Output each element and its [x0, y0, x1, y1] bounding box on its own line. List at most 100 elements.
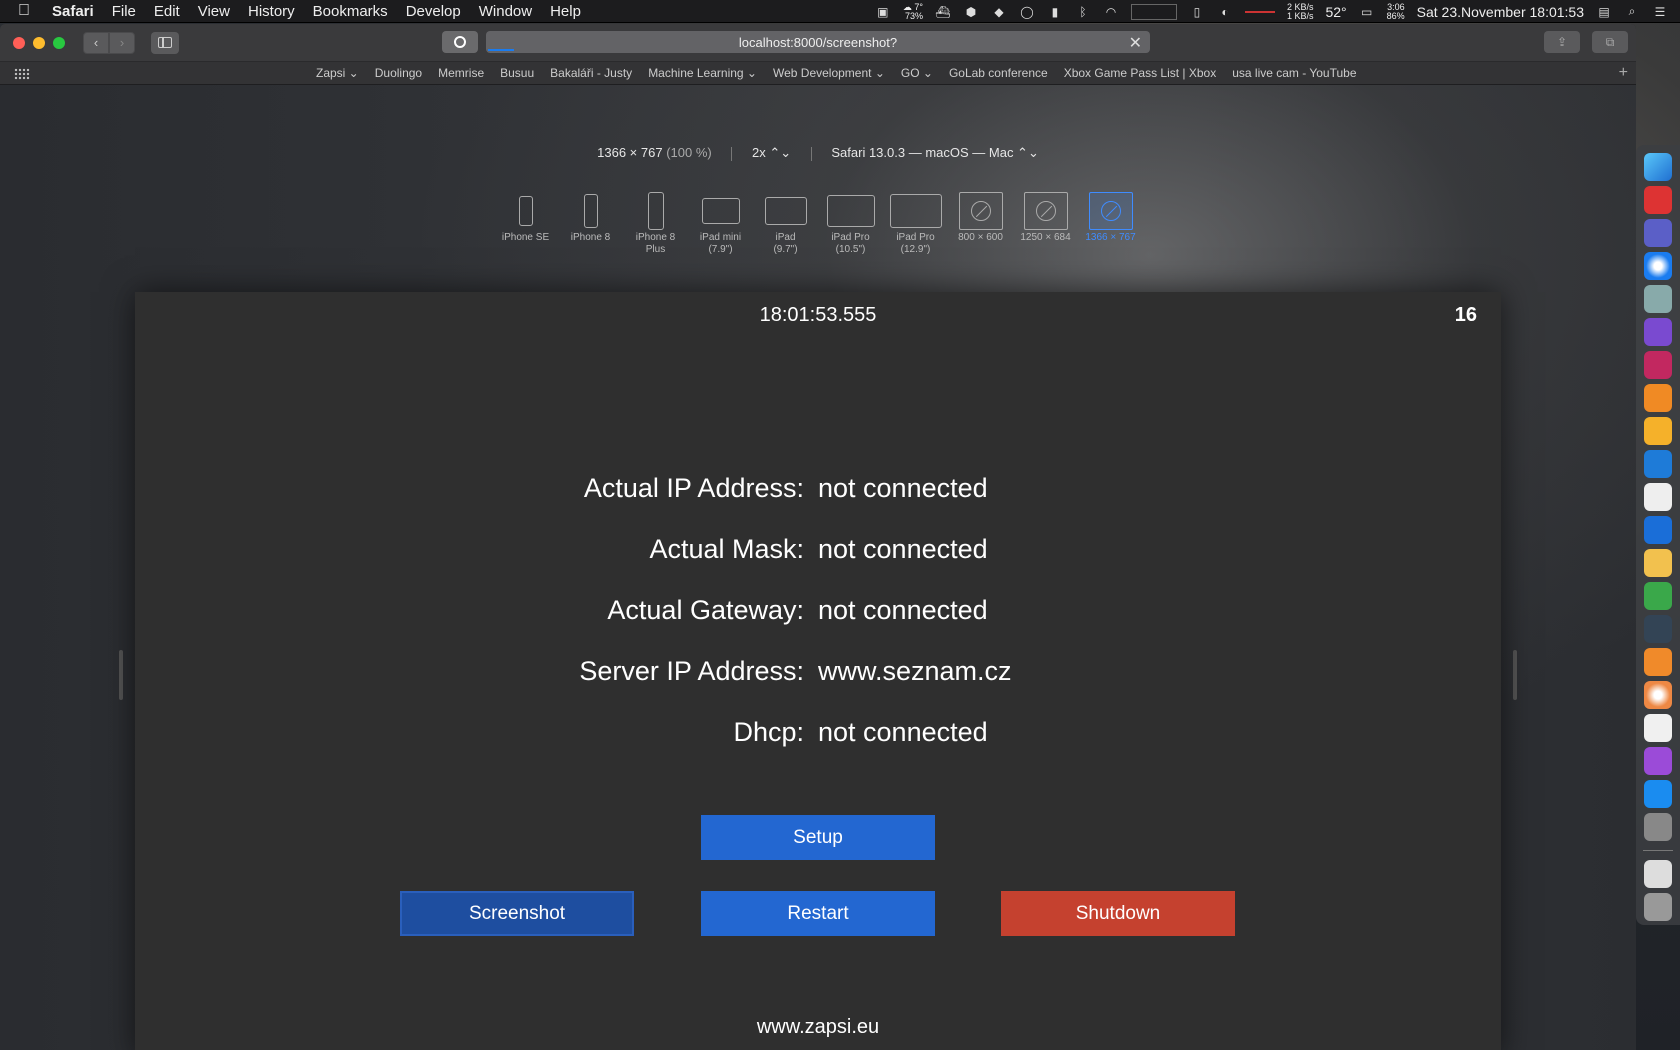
menu-help[interactable]: Help: [550, 3, 581, 20]
top-sites-icon[interactable]: [14, 68, 30, 80]
back-button[interactable]: ‹: [83, 31, 109, 54]
favorite-duolingo[interactable]: Duolingo: [375, 66, 422, 80]
pages-icon[interactable]: [1644, 549, 1672, 577]
device-iphone-8-plus[interactable]: iPhone 8 Plus: [623, 190, 688, 256]
favorite-busuu[interactable]: Busuu: [500, 66, 534, 80]
favorite-go[interactable]: GO ⌄: [901, 66, 933, 80]
sketch-icon[interactable]: [1644, 417, 1672, 445]
pixel-ratio-select[interactable]: 2x ⌃⌄: [752, 145, 791, 160]
youtube-icon[interactable]: [1644, 186, 1672, 214]
maximize-window-button[interactable]: [53, 36, 65, 49]
sublime-icon[interactable]: [1644, 384, 1672, 412]
viewport-size[interactable]: 1366 × 767: [597, 145, 662, 160]
bar-icon[interactable]: ▮: [1047, 5, 1063, 19]
menu-bookmarks[interactable]: Bookmarks: [313, 3, 388, 20]
menu-view[interactable]: View: [198, 3, 230, 20]
minimize-window-button[interactable]: [33, 36, 45, 49]
page-footer-link[interactable]: www.zapsi.eu: [135, 1016, 1501, 1039]
menu-edit[interactable]: Edit: [154, 3, 180, 20]
forward-button[interactable]: ›: [109, 31, 135, 54]
device-1366x767[interactable]: 1366 × 767: [1078, 190, 1143, 256]
music-icon[interactable]: [1644, 714, 1672, 742]
fox-icon[interactable]: ◆: [991, 5, 1007, 19]
apple-menu-icon[interactable]: : [18, 2, 52, 20]
wifi-icon[interactable]: ◠: [1103, 5, 1119, 19]
share-button[interactable]: ⇪: [1544, 31, 1580, 53]
numbers-icon[interactable]: [1644, 582, 1672, 610]
menu-history[interactable]: History: [248, 3, 295, 20]
podcasts-icon[interactable]: [1644, 747, 1672, 775]
teams-icon[interactable]: [1644, 219, 1672, 247]
new-tab-icon[interactable]: +: [1619, 64, 1628, 82]
cpu-graph-icon[interactable]: [1130, 3, 1177, 20]
notification-icon[interactable]: ▣: [875, 5, 891, 19]
resize-handle-left[interactable]: [119, 650, 123, 700]
bluetooth-icon[interactable]: ᛒ: [1075, 5, 1091, 19]
system-preferences-icon[interactable]: [1644, 813, 1672, 841]
device-iphone-8[interactable]: iPhone 8: [558, 190, 623, 256]
restart-button[interactable]: Restart: [701, 891, 935, 936]
menu-develop[interactable]: Develop: [406, 3, 461, 20]
info-label: Actual Mask:: [649, 534, 804, 564]
favorite-bakalari[interactable]: Bakaláři - Justy: [550, 66, 632, 80]
resize-handle-right[interactable]: [1513, 650, 1517, 700]
favorite-web-development[interactable]: Web Development ⌄: [773, 66, 885, 80]
tabs-overview-button[interactable]: ⧉: [1592, 31, 1628, 53]
sidebar-toggle-button[interactable]: [151, 31, 179, 54]
mojave-icon[interactable]: [1644, 615, 1672, 643]
books-icon[interactable]: [1644, 648, 1672, 676]
favorite-usa-live-cam[interactable]: usa live cam - YouTube: [1232, 66, 1356, 80]
menu-file[interactable]: File: [112, 3, 136, 20]
favorite-zapsi[interactable]: Zapsi ⌄: [316, 66, 359, 80]
trash-icon[interactable]: [1644, 893, 1672, 921]
stop-loading-icon[interactable]: ✕: [1129, 33, 1142, 53]
setup-button[interactable]: Setup: [701, 815, 935, 860]
disk-icon[interactable]: ◐: [1217, 5, 1233, 19]
device-iphone-se[interactable]: iPhone SE: [493, 190, 558, 256]
flag-icon[interactable]: ▤: [1596, 5, 1612, 19]
app-store-icon[interactable]: [1644, 780, 1672, 808]
document-icon[interactable]: [1644, 860, 1672, 888]
photos-icon[interactable]: [1644, 681, 1672, 709]
memory-icon[interactable]: ▯: [1189, 5, 1205, 19]
clock[interactable]: Sat 23.November 18:01:53: [1417, 4, 1584, 20]
weather-icon[interactable]: ☁ 7° 73%: [903, 2, 923, 21]
info-row-server: Server IP Address: www.seznam.cz: [135, 641, 1501, 702]
device-800x600[interactable]: 800 × 600: [948, 190, 1013, 256]
screenshot-button[interactable]: Screenshot: [400, 891, 634, 936]
device-ipad-pro-12[interactable]: iPad Pro (12.9"): [883, 190, 948, 256]
close-window-button[interactable]: [13, 36, 25, 49]
goland-icon[interactable]: [1644, 318, 1672, 346]
menu-window[interactable]: Window: [479, 3, 532, 20]
battery-info[interactable]: 3:06 86%: [1387, 2, 1405, 21]
device-ipad-mini[interactable]: iPad mini (7.9"): [688, 190, 753, 256]
menu-app-name[interactable]: Safari: [52, 3, 94, 20]
docker-icon[interactable]: ⛴: [935, 5, 951, 19]
device-ipad[interactable]: iPad (9.7"): [753, 190, 818, 256]
favorite-memrise[interactable]: Memrise: [438, 66, 484, 80]
favorite-machine-learning[interactable]: Machine Learning ⌄: [648, 66, 757, 80]
safari-icon[interactable]: [1644, 252, 1672, 280]
spotlight-search-icon[interactable]: ⌕: [1624, 4, 1640, 19]
network-speed[interactable]: 2 KB/s 1 KB/s: [1287, 2, 1314, 21]
battery-icon[interactable]: ▭: [1359, 5, 1375, 19]
things-icon[interactable]: [1644, 516, 1672, 544]
finder-icon[interactable]: [1644, 153, 1672, 181]
privacy-button[interactable]: [442, 31, 478, 53]
favorite-golab[interactable]: GoLab conference: [949, 66, 1048, 80]
network-graph-icon[interactable]: [1244, 10, 1275, 13]
rider-icon[interactable]: [1644, 351, 1672, 379]
affinity-designer-icon[interactable]: [1644, 450, 1672, 478]
preview-icon[interactable]: [1644, 285, 1672, 313]
shutdown-button[interactable]: Shutdown: [1001, 891, 1235, 936]
notification-center-icon[interactable]: ☰: [1652, 5, 1668, 19]
user-agent-select[interactable]: Safari 13.0.3 — macOS — Mac ⌃⌄: [831, 145, 1038, 160]
textedit-icon[interactable]: [1644, 483, 1672, 511]
device-1250x684[interactable]: 1250 × 684: [1013, 190, 1078, 256]
address-bar[interactable]: localhost:8000/screenshot? ✕: [486, 31, 1150, 53]
temperature[interactable]: 52°: [1325, 4, 1346, 20]
hexagon-icon[interactable]: ⬢: [963, 5, 979, 19]
circle-icon[interactable]: ◯: [1019, 5, 1035, 19]
favorite-xbox[interactable]: Xbox Game Pass List | Xbox: [1064, 66, 1217, 80]
device-ipad-pro-10[interactable]: iPad Pro (10.5"): [818, 190, 883, 256]
